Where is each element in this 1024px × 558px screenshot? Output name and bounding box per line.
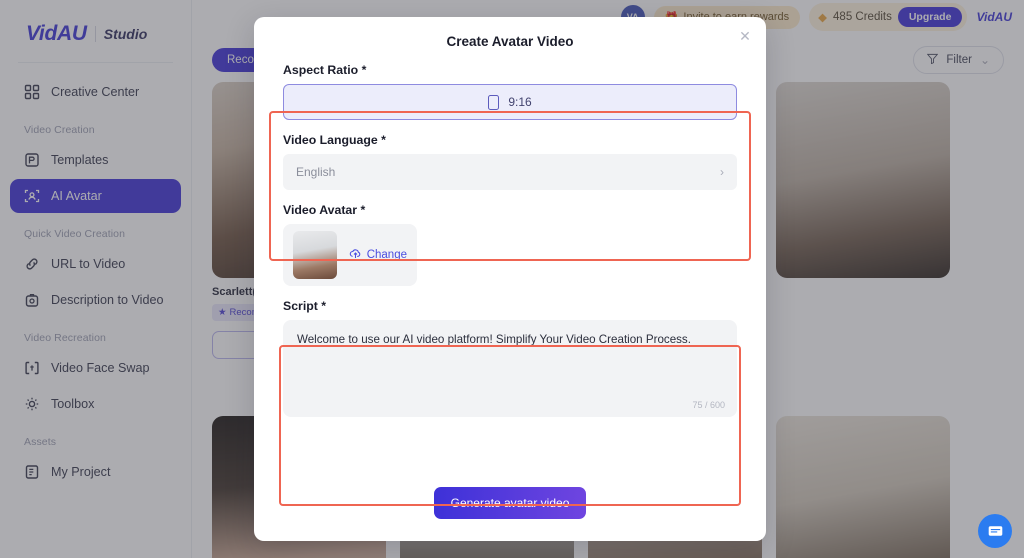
aspect-ratio-option-9-16[interactable]: 9:16 bbox=[283, 84, 737, 120]
generate-avatar-video-button[interactable]: Generate avatar video bbox=[434, 487, 586, 519]
video-avatar-label: Video Avatar * bbox=[283, 203, 366, 217]
script-character-counter: 75 / 600 bbox=[692, 400, 725, 410]
aspect-ratio-value: 9:16 bbox=[508, 95, 532, 109]
chat-bubble-icon[interactable] bbox=[978, 514, 1012, 548]
selected-avatar-thumbnail bbox=[293, 231, 337, 279]
create-avatar-video-dialog: Create Avatar Video ✕ Aspect Ratio * 9:1… bbox=[254, 17, 766, 541]
close-icon[interactable]: ✕ bbox=[737, 28, 753, 44]
dialog-footer: Generate avatar video bbox=[254, 487, 766, 541]
script-value: Welcome to use our AI video platform! Si… bbox=[297, 333, 691, 346]
cloud-upload-icon bbox=[349, 247, 362, 263]
dialog-body: Aspect Ratio * 9:16 Video Language * Eng… bbox=[254, 49, 766, 506]
video-language-value: English bbox=[296, 165, 336, 179]
video-language-label: Video Language * bbox=[283, 133, 386, 147]
script-label: Script * bbox=[283, 299, 327, 313]
chevron-right-icon: › bbox=[720, 165, 724, 179]
portrait-frame-icon bbox=[488, 94, 500, 110]
script-input[interactable]: Welcome to use our AI video platform! Si… bbox=[283, 320, 737, 417]
video-avatar-picker[interactable]: Change bbox=[283, 224, 417, 286]
app-root: Recommend Filter ⌄ Scarlett(Si ★ Re bbox=[0, 0, 1024, 558]
dialog-title: Create Avatar Video bbox=[446, 34, 574, 49]
change-avatar-button[interactable]: Change bbox=[349, 247, 407, 263]
video-language-select[interactable]: English › bbox=[283, 154, 737, 190]
aspect-ratio-label: Aspect Ratio * bbox=[283, 63, 367, 77]
